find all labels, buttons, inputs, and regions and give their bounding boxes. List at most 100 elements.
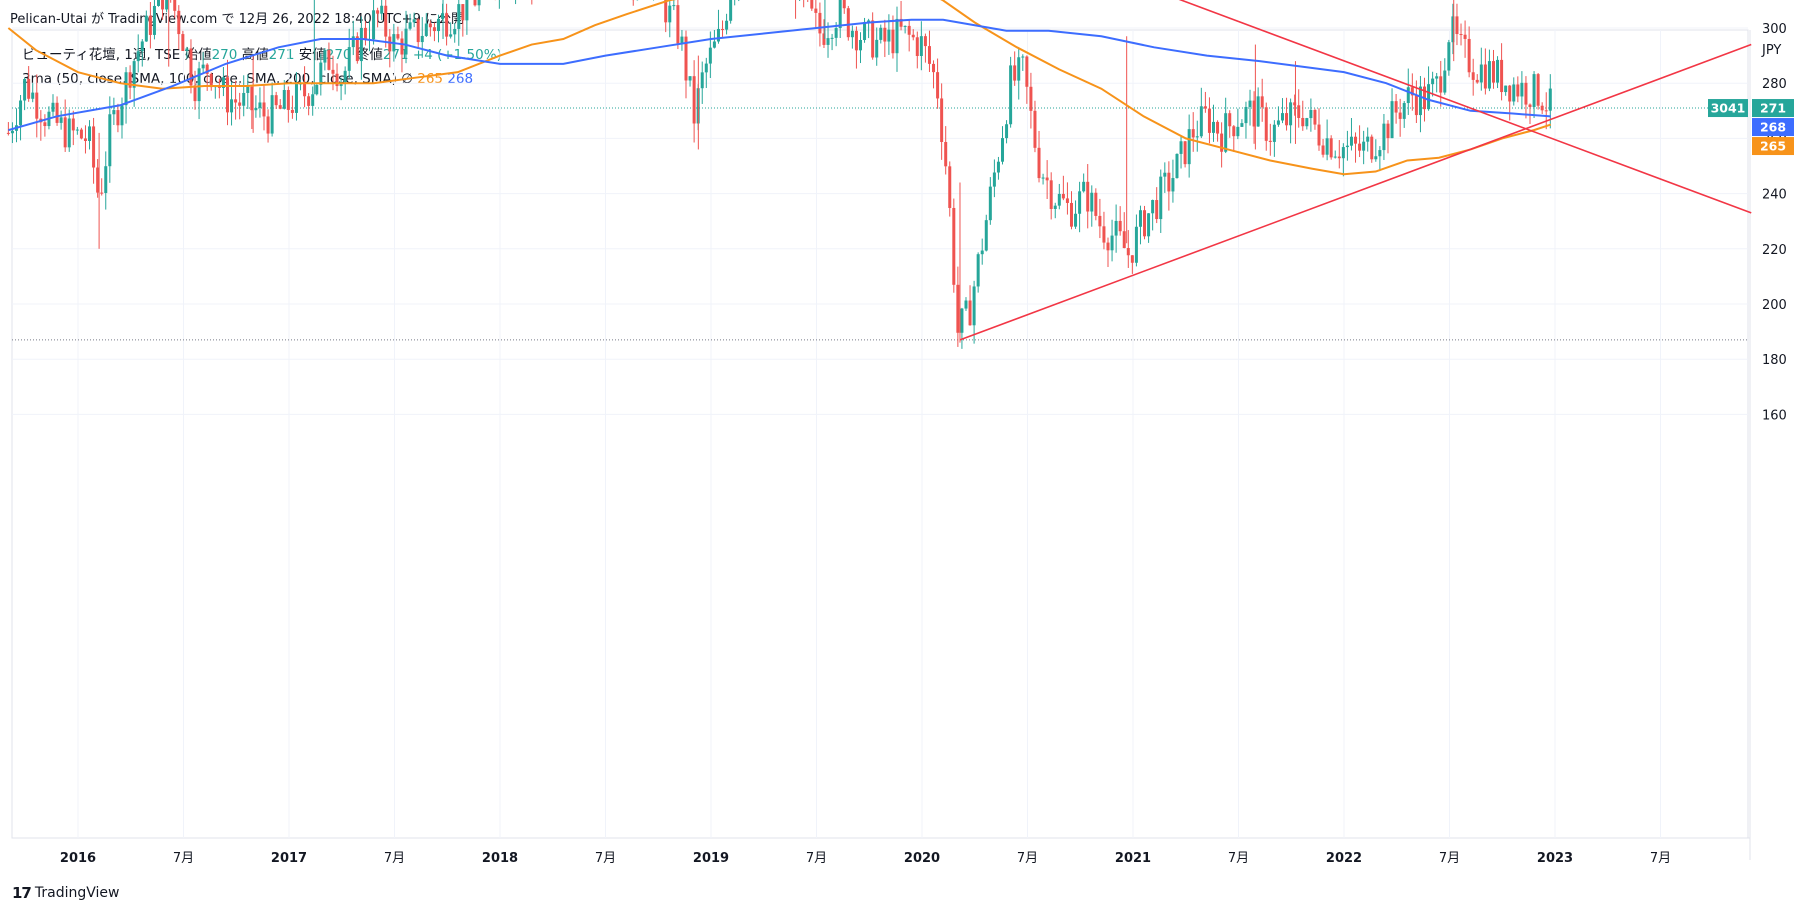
candle-body — [956, 284, 960, 333]
candle-body — [400, 38, 404, 55]
candle-body — [1203, 106, 1207, 109]
candle-body — [1317, 124, 1321, 146]
candle-body — [274, 95, 278, 106]
candle-body — [1455, 16, 1459, 35]
candle-body — [27, 79, 31, 99]
candle-body — [185, 48, 189, 51]
candle-body — [424, 23, 428, 36]
candle-body — [830, 37, 834, 39]
x-tick-label: 2019 — [693, 851, 729, 866]
candle-body — [1191, 129, 1195, 138]
candle-body — [173, 0, 177, 11]
candle-body — [1183, 141, 1187, 165]
candle-body — [1301, 117, 1305, 127]
candle-body — [1500, 59, 1504, 93]
currency-label: JPY — [1761, 43, 1781, 58]
candle-body — [858, 39, 862, 51]
x-tick-label: 2018 — [482, 851, 518, 866]
candle-body — [331, 69, 335, 74]
price-chart[interactable]: 1601802002202402602803003203403603804004… — [0, 0, 1817, 914]
candle-body — [445, 13, 449, 37]
y-tick-label: 220 — [1762, 243, 1787, 258]
candle-body — [850, 30, 854, 38]
candle-body — [152, 5, 156, 35]
candle-body — [1061, 193, 1065, 199]
footer-brand[interactable]: 17 TradingView — [12, 884, 119, 902]
candle-body — [372, 10, 376, 40]
candle-body — [1232, 126, 1236, 137]
candle-body — [1540, 105, 1544, 111]
candle-body — [1143, 210, 1147, 237]
candle-body — [376, 10, 380, 14]
candle-body — [1496, 59, 1500, 83]
candle-body — [1106, 242, 1110, 251]
candle-body — [1378, 150, 1382, 157]
candle-body — [891, 29, 895, 54]
candle-body — [814, 8, 818, 13]
candle-body — [1471, 72, 1475, 80]
candle-body — [1487, 61, 1491, 89]
candle-body — [1065, 198, 1069, 203]
candle-body — [854, 30, 858, 51]
candle-body — [1333, 156, 1337, 158]
candle-body — [976, 254, 980, 287]
candle-body — [1524, 82, 1528, 105]
candle-body — [124, 72, 128, 106]
candle-body — [477, 0, 481, 6]
candle-body — [242, 92, 246, 106]
candle-body — [1264, 107, 1268, 141]
candle-body — [457, 4, 461, 29]
candle-body — [453, 28, 457, 35]
candle-body — [879, 27, 883, 40]
candle-body — [1078, 191, 1082, 214]
y-tick-label: 300 — [1762, 22, 1787, 37]
candle-body — [1130, 255, 1134, 263]
candle-body — [1179, 141, 1183, 154]
candle-body — [704, 63, 708, 73]
candle-body — [1114, 220, 1118, 236]
candle-body — [984, 220, 988, 251]
candle-body — [992, 172, 996, 187]
candle-body — [834, 28, 838, 38]
candle-body — [887, 29, 891, 42]
x-tick-label: 7月 — [1228, 851, 1249, 866]
x-tick-label: 7月 — [384, 851, 405, 866]
candle-body — [923, 36, 927, 47]
tradingview-logo-icon: 17 — [12, 884, 32, 902]
candle-body — [846, 8, 850, 38]
candle-body — [225, 77, 229, 113]
candle-body — [1029, 86, 1033, 111]
candle-body — [907, 25, 911, 35]
candle-body — [1358, 143, 1362, 151]
candle-body — [1325, 138, 1329, 155]
candle-body — [10, 130, 14, 134]
candle-body — [1126, 248, 1130, 256]
candle-body — [1151, 200, 1155, 214]
candle-body — [927, 46, 931, 64]
candle-body — [1366, 136, 1370, 142]
candle-body — [311, 94, 315, 106]
candle-body — [1199, 106, 1203, 137]
price-tag-271: 3041 271 — [1708, 99, 1794, 118]
candle-body — [75, 129, 79, 131]
candle-body — [1102, 226, 1106, 243]
candle-body — [842, 0, 846, 9]
y-tick-label: 180 — [1762, 353, 1787, 368]
candle-body — [1374, 156, 1378, 160]
candle-body — [1057, 193, 1061, 206]
candle-body — [1001, 138, 1005, 162]
candle-body — [238, 102, 242, 106]
candle-body — [294, 83, 298, 113]
candle-body — [136, 51, 140, 62]
y-tick-label: 200 — [1762, 298, 1787, 313]
candle-body — [181, 34, 185, 51]
x-tick-label: 2017 — [271, 851, 307, 866]
candle-body — [810, 0, 814, 9]
candle-body — [1098, 215, 1102, 227]
candle-body — [104, 166, 108, 193]
candle-body — [980, 250, 984, 255]
candle-body — [254, 107, 258, 111]
candle-body — [1110, 235, 1114, 251]
candle-body — [343, 70, 347, 83]
candle-body — [1037, 147, 1041, 179]
